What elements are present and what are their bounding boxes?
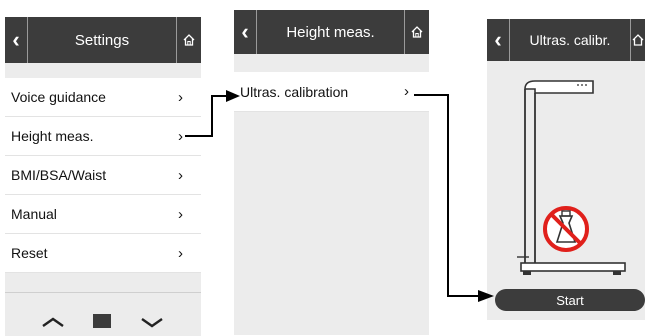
height-meas-to-ultras-calibr-arrow — [414, 94, 494, 302]
flow-arrows — [185, 90, 494, 302]
settings-to-height-meas-arrow — [185, 90, 240, 137]
